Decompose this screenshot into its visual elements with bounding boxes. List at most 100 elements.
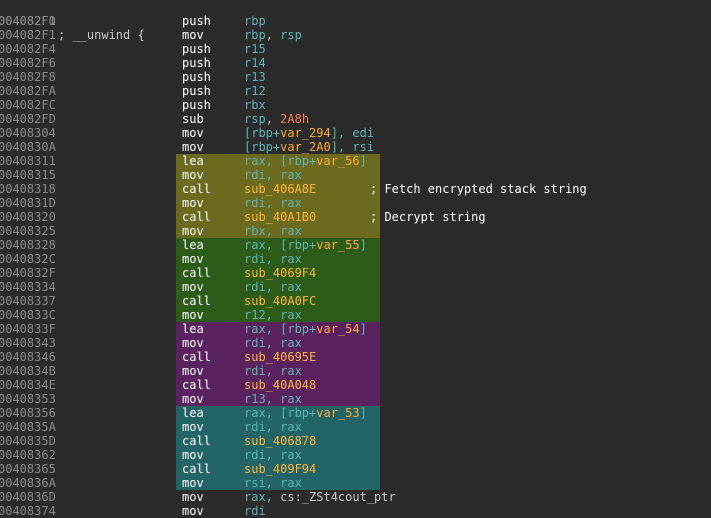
operand-token: 2A8h: [280, 112, 310, 126]
address: 004082F8: [0, 70, 56, 84]
instruction-row[interactable]: 0040836A mov rsi, rax: [0, 476, 711, 490]
operand-token: rax,: [244, 490, 281, 504]
operand-token[interactable]: var_2A0: [280, 140, 331, 154]
instruction-row[interactable]: 0040832C mov rdi, rax: [0, 252, 711, 266]
instruction-row[interactable]: 0040832F call sub_4069F4: [0, 266, 711, 280]
address: 004082F1: [0, 14, 56, 28]
operand-token: r13: [244, 70, 266, 84]
instruction-row[interactable]: 00408337 call sub_40A0FC: [0, 294, 711, 308]
instruction-row[interactable]: 00408311 lea rax, [rbp+var_56]: [0, 154, 711, 168]
instruction-row[interactable]: 00408356 lea rax, [rbp+var_53]: [0, 406, 711, 420]
mnemonic: mov: [182, 392, 204, 406]
mnemonic: call: [182, 210, 211, 224]
mnemonic: call: [182, 294, 211, 308]
instruction-row[interactable]: 004082F4 push r15: [0, 42, 711, 56]
operands: sub_40A0FC: [244, 294, 316, 308]
instruction-row[interactable]: 00408334 mov rdi, rax: [0, 280, 711, 294]
operands: r14: [244, 56, 266, 70]
operand-token: r12, rax: [244, 308, 302, 322]
instruction-row[interactable]: 004082F6 push r14: [0, 56, 711, 70]
operand-token: rdi, rax: [244, 196, 302, 210]
operands: sub_406A8E: [244, 182, 316, 196]
instruction-row[interactable]: 00408325 mov rbx, rax: [0, 224, 711, 238]
operand-token: rsi, rax: [244, 476, 302, 490]
mnemonic: mov: [182, 336, 204, 350]
instruction-row[interactable]: 00408362 mov rdi, rax: [0, 448, 711, 462]
operand-token[interactable]: var_56: [316, 154, 359, 168]
instruction-row[interactable]: 00408328 lea rax, [rbp+var_55]: [0, 238, 711, 252]
instruction-row[interactable]: 004082F8 push r13: [0, 70, 711, 84]
instruction-row[interactable]: 00408318 call sub_406A8E ; Fetch encrypted …: [0, 182, 711, 196]
operands: rdi: [244, 504, 266, 518]
operand-token[interactable]: var_54: [316, 322, 359, 336]
instruction-row[interactable]: 004082FC push rbx: [0, 98, 711, 112]
operand-token: ,: [265, 28, 281, 42]
instruction-row[interactable]: 00408346 call sub_40695E: [0, 350, 711, 364]
operand-token: rsp: [280, 28, 302, 42]
instruction-row[interactable]: 0040831D mov rdi, rax: [0, 196, 711, 210]
operand-token[interactable]: sub_409F94: [244, 462, 316, 476]
mnemonic: mov: [182, 308, 204, 322]
operand-token[interactable]: sub_40695E: [244, 350, 316, 364]
mnemonic: mov: [182, 476, 204, 490]
operand-token: rsi: [352, 140, 375, 154]
instruction-row[interactable]: 00408374 mov rdi: [0, 504, 711, 518]
instruction-row[interactable]: 004082FA push r12: [0, 84, 711, 98]
operand-token[interactable]: sub_40A0FC: [244, 294, 316, 308]
instruction-row[interactable]: 0040835D call sub_406878: [0, 434, 711, 448]
operand-token[interactable]: var_53: [316, 406, 359, 420]
operand-token: ,: [265, 112, 281, 126]
operands: rax, [rbp+var_53]: [244, 406, 367, 420]
operand-token[interactable]: sub_406A8E: [244, 182, 316, 196]
address: 00408334: [0, 280, 56, 294]
operand-token[interactable]: sub_40A048: [244, 378, 316, 392]
operand-token[interactable]: sub_40A1B0: [244, 210, 316, 224]
address: 00408343: [0, 336, 56, 350]
operand-token: rdi, rax: [244, 336, 302, 350]
instruction-row[interactable]: 0040834B mov rdi, rax: [0, 364, 711, 378]
instruction-row[interactable]: 004082F1 mov rbp, rsp: [0, 28, 711, 42]
operand-token: ]: [359, 154, 367, 168]
operand-token[interactable]: var_294: [280, 126, 331, 140]
mnemonic: mov: [182, 420, 204, 434]
operands: rbx: [244, 98, 266, 112]
instruction-row[interactable]: 00408320 call sub_40A1B0 ; Decrypt string: [0, 210, 711, 224]
function-header-row[interactable]: 004082F0 ; __unwind {: [0, 0, 711, 42]
operands: rbp: [244, 14, 266, 28]
instruction-row[interactable]: 00408315 mov rdi, rax: [0, 168, 711, 182]
operand-token[interactable]: var_55: [316, 238, 359, 252]
instruction-row[interactable]: 004082FD sub rsp, 2A8h: [0, 112, 711, 126]
address: 00408337: [0, 294, 56, 308]
instruction-row[interactable]: 00408365 call sub_409F94: [0, 462, 711, 476]
instruction-row[interactable]: 0040834E call sub_40A048: [0, 378, 711, 392]
operand-token: rdi: [244, 504, 266, 518]
operand-token[interactable]: sub_4069F4: [244, 266, 316, 280]
instruction-row[interactable]: 0040830A mov [rbp+var_2A0], rsi: [0, 140, 711, 154]
mnemonic: call: [182, 266, 211, 280]
address: 00408318: [0, 182, 56, 196]
instruction-row[interactable]: 0040833F lea rax, [rbp+var_54]: [0, 322, 711, 336]
operands: rax, [rbp+var_55]: [244, 238, 367, 252]
instruction-row[interactable]: 00408353 mov r13, rax: [0, 392, 711, 406]
operand-token: ],: [330, 140, 353, 154]
instruction-row[interactable]: 0040835A mov rdi, rax: [0, 420, 711, 434]
mnemonic: push: [182, 98, 211, 112]
operand-token: [rbp+: [244, 126, 281, 140]
operands: [rbp+var_294], edi: [244, 126, 374, 140]
mnemonic: push: [182, 56, 211, 70]
operand-token: ],: [330, 126, 353, 140]
address: 00408374: [0, 504, 56, 518]
operands: r12: [244, 84, 266, 98]
instruction-row[interactable]: 00408343 mov rdi, rax: [0, 336, 711, 350]
address: 0040830A: [0, 140, 56, 154]
instruction-row[interactable]: 00408304 mov [rbp+var_294], edi: [0, 126, 711, 140]
operand-token[interactable]: sub_406878: [244, 434, 316, 448]
instruction-row[interactable]: 0040833C mov r12, rax: [0, 308, 711, 322]
address: 00408328: [0, 238, 56, 252]
address: 0040836A: [0, 476, 56, 490]
mnemonic: call: [182, 182, 211, 196]
instruction-row[interactable]: 0040836D mov rax, cs:_ZSt4cout_ptr: [0, 490, 711, 504]
address: 0040832C: [0, 252, 56, 266]
instruction-row[interactable]: 004082F1 push rbp: [0, 14, 711, 28]
address: 0040834E: [0, 378, 56, 392]
